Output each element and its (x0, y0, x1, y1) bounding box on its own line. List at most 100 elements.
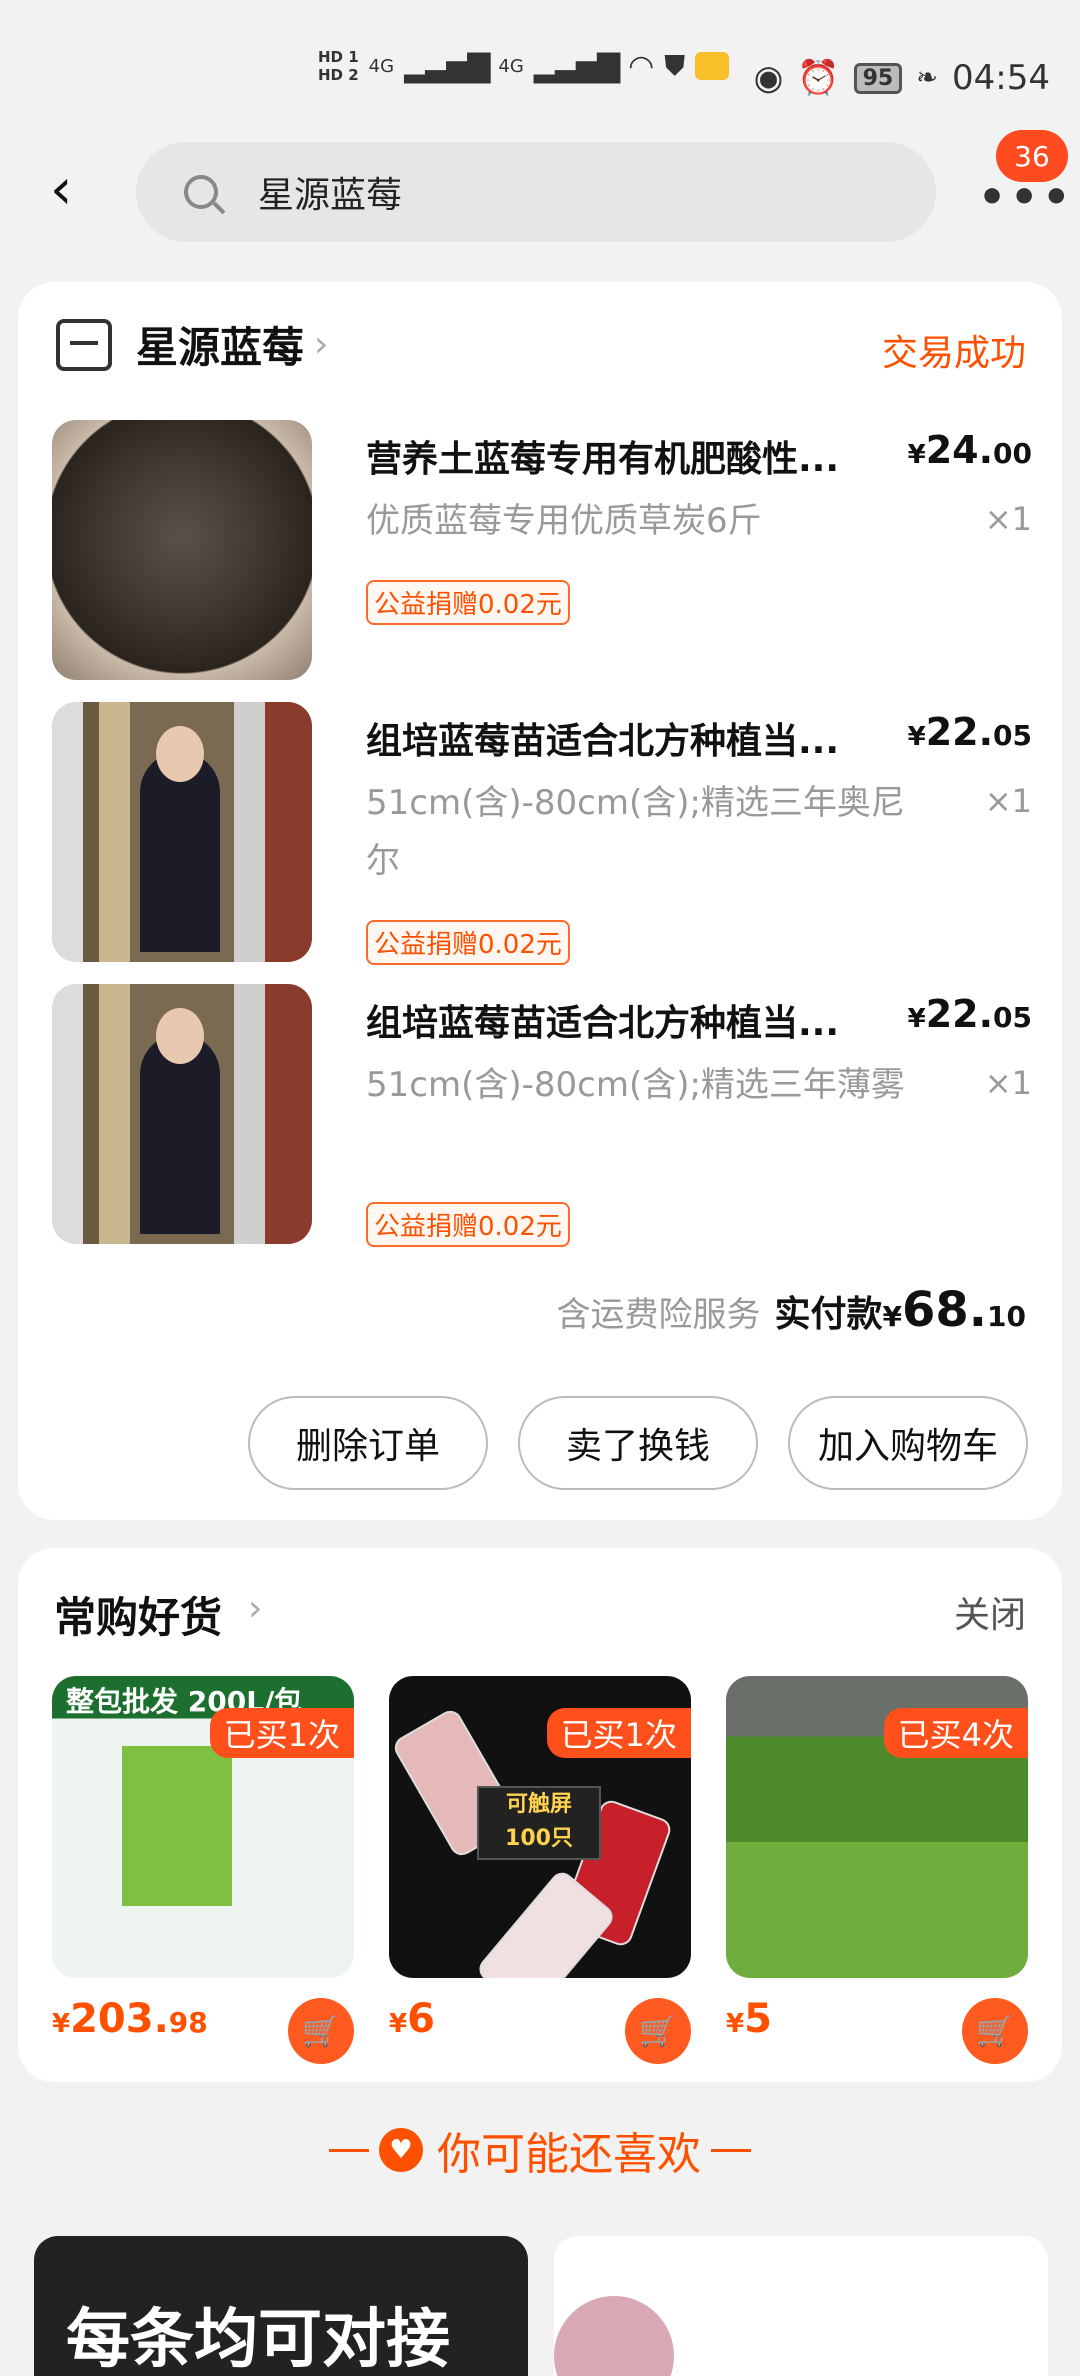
price-int: 5 (744, 1996, 772, 2042)
hd-indicator: HD 1 HD 2 (318, 48, 359, 84)
price-dec: 05 (993, 1001, 1032, 1034)
label-line: 100只 (505, 1826, 573, 1851)
close-button[interactable]: 关闭 (954, 1586, 1026, 1638)
product-image[interactable] (52, 984, 312, 1244)
currency: ¥ (52, 2009, 71, 2039)
item-quantity: ×1 (984, 782, 1032, 820)
total-int: 68. (902, 1282, 988, 1338)
price-dec: 00 (993, 437, 1032, 470)
shield-icon: ⛊ (664, 49, 686, 82)
currency: ¥ (907, 1004, 926, 1034)
search-icon (184, 175, 218, 209)
heart-icon: ♥ (379, 2128, 423, 2172)
currency: ¥ (389, 2009, 408, 2039)
status-bar: HD 1 HD 2 4G ▂▃▅▇ 4G ▂▃▅▇ ◠ ⛊ ◉ ⏰ 95 ❧ 0… (0, 0, 1080, 140)
network-label: 4G (368, 55, 395, 77)
currency: ¥ (907, 440, 926, 470)
signal-icon: ▂▃▅▇ (404, 48, 490, 84)
order-item[interactable]: 组培蓝莓苗适合北方种植当... 51cm(含)-80cm(含);精选三年薄雾 ¥… (52, 984, 1032, 1247)
recommend-card[interactable]: 每条均可对接 (34, 2236, 528, 2376)
delete-order-button[interactable]: 删除订单 (248, 1396, 488, 1490)
total-label: 实付款 (774, 1294, 883, 1335)
donation-tag: 公益捐赠0.02元 (366, 1202, 570, 1247)
chevron-right-icon: › (314, 324, 329, 365)
recommend-title: 你可能还喜欢 (437, 2129, 701, 2180)
order-total: 含运费险服务 实付款 ¥68.10 (557, 1282, 1027, 1338)
recommend-card-text: 每条均可对接 (66, 2303, 450, 2376)
item-spec: 优质蓝莓专用优质草炭6斤 (366, 501, 762, 541)
bought-badge: 已买1次 (209, 1708, 354, 1758)
eye-icon: ◉ (753, 58, 784, 98)
signal-icon-2: ▂▃▅▇ (533, 48, 620, 84)
product-price: ¥203.98 (52, 1996, 208, 2042)
recommend-header: ♥ 你可能还喜欢 (0, 2118, 1080, 2182)
status-left: HD 1 HD 2 4G ▂▃▅▇ 4G ▂▃▅▇ ◠ ⛊ (318, 48, 730, 84)
product-image[interactable]: 可触屏 100只 已买1次 (389, 1676, 691, 1978)
bought-badge: 已买4次 (883, 1708, 1028, 1758)
item-price: ¥22.05 (908, 710, 1032, 754)
price-dec: 98 (168, 2006, 208, 2039)
sell-button[interactable]: 卖了换钱 (518, 1396, 758, 1490)
price-int: 24. (925, 428, 994, 472)
frequent-title[interactable]: 常购好货 (54, 1584, 222, 1645)
item-price: ¥22.05 (908, 992, 1032, 1036)
frequent-goods-card: 常购好货 › 关闭 整包批发 200L/包 已买1次 ¥203.98 🛒 可触屏… (18, 1548, 1062, 2082)
total-note: 含运费险服务 (556, 1295, 761, 1335)
search-bar[interactable]: 星源蓝莓 (136, 142, 936, 242)
product-price: ¥5 (726, 1996, 772, 2042)
cart-icon[interactable]: 🛒 (288, 1998, 354, 2064)
product-image[interactable]: 整包批发 200L/包 已买1次 (52, 1676, 354, 1978)
price-int: 22. (925, 710, 994, 754)
shop-icon (56, 318, 112, 371)
item-quantity: ×1 (984, 1064, 1032, 1102)
back-arrow-icon[interactable]: ‹ (50, 160, 72, 220)
label-line: 可触屏 (505, 1792, 572, 1817)
order-item[interactable]: 营养土蓝莓专用有机肥酸性... 优质蓝莓专用优质草炭6斤 ¥24.00 ×1 公… (52, 420, 1032, 680)
wifi-icon: ◠ (628, 48, 655, 84)
hd1-label: HD 1 (318, 48, 359, 66)
order-item[interactable]: 组培蓝莓苗适合北方种植当... 51cm(含)-80cm(含);精选三年奥尼尔 … (52, 702, 1032, 965)
product-image (554, 2296, 674, 2376)
shop-header[interactable]: 星源蓝莓 › (56, 314, 328, 375)
cart-icon[interactable]: 🛒 (625, 1998, 691, 2064)
mail-icon (695, 52, 730, 80)
recommend-card[interactable] (554, 2236, 1048, 2376)
divider (329, 2148, 369, 2152)
price-int: 22. (925, 992, 994, 1036)
order-card: 星源蓝莓 › 交易成功 营养土蓝莓专用有机肥酸性... 优质蓝莓专用优质草炭6斤… (18, 282, 1062, 1520)
item-price: ¥24.00 (908, 428, 1032, 472)
donation-tag: 公益捐赠0.02元 (366, 920, 570, 965)
brand-logo (122, 1746, 232, 1906)
cart-icon[interactable]: 🛒 (962, 1998, 1028, 2064)
product-label: 可触屏 100只 (477, 1786, 601, 1860)
clock-time: 04:54 (952, 58, 1050, 98)
product-image[interactable] (52, 702, 312, 962)
product-image[interactable]: 已买4次 (726, 1676, 1028, 1978)
total-amount: ¥68.10 (883, 1282, 1026, 1338)
product-price: ¥6 (389, 1996, 435, 2042)
product-image[interactable] (52, 420, 312, 680)
network-label-2: 4G (498, 55, 524, 77)
price-dec: 05 (993, 719, 1032, 752)
item-spec: 51cm(含)-80cm(含);精选三年薄雾 (366, 1065, 905, 1105)
chevron-right-icon: › (248, 1588, 263, 1629)
frequent-product[interactable]: 已买4次 ¥5 🛒 (726, 1676, 1028, 2064)
order-status: 交易成功 (881, 333, 1026, 374)
add-to-cart-button[interactable]: 加入购物车 (788, 1396, 1028, 1490)
item-title[interactable]: 组培蓝莓苗适合北方种植当... (366, 994, 896, 1046)
frequent-product[interactable]: 整包批发 200L/包 已买1次 ¥203.98 🛒 (52, 1676, 354, 2064)
bought-badge: 已买1次 (546, 1708, 691, 1758)
search-input[interactable]: 星源蓝莓 (258, 166, 402, 218)
message-badge: 36 (996, 130, 1068, 182)
donation-tag: 公益捐赠0.02元 (366, 580, 570, 625)
item-spec: 51cm(含)-80cm(含);精选三年奥尼尔 (366, 783, 905, 881)
shop-name[interactable]: 星源蓝莓 (136, 314, 304, 375)
leaf-icon: ❧ (916, 63, 939, 93)
alarm-icon: ⏰ (797, 58, 840, 98)
currency: ¥ (726, 2009, 745, 2039)
item-title[interactable]: 组培蓝莓苗适合北方种植当... (366, 712, 896, 764)
divider (711, 2148, 751, 2152)
currency: ¥ (882, 1300, 902, 1333)
frequent-product[interactable]: 可触屏 100只 已买1次 ¥6 🛒 (389, 1676, 691, 2064)
item-title[interactable]: 营养土蓝莓专用有机肥酸性... (366, 430, 896, 482)
